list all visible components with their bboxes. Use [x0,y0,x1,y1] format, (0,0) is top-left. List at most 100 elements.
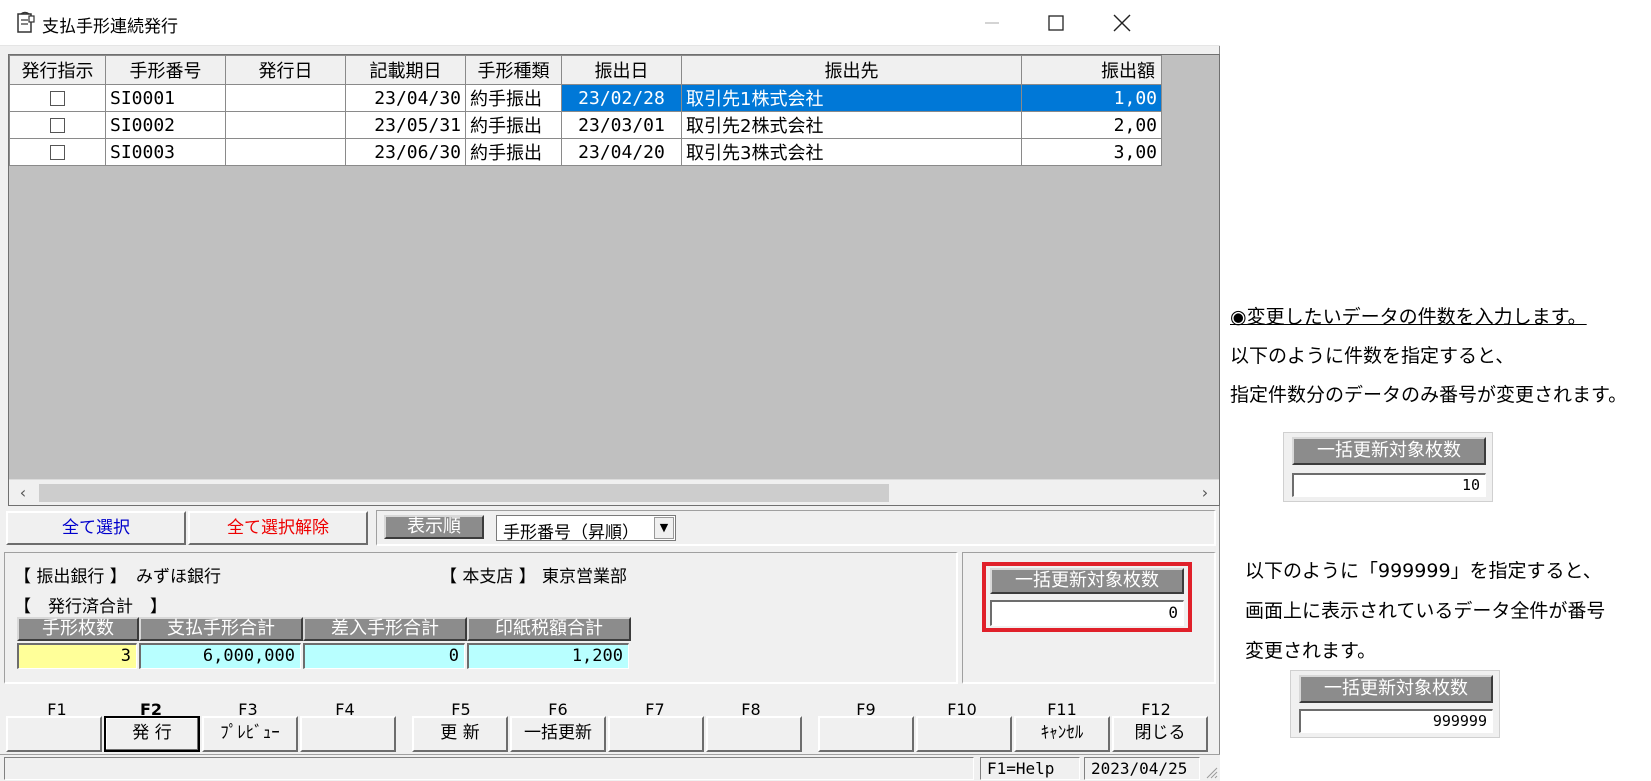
bill-table: 発行指示 手形番号 発行日 記載期日 手形種類 振出日 振出先 振出額 SI00… [9,55,1162,166]
issue-checkbox-cell[interactable] [9,84,106,112]
minimize-icon [985,22,999,24]
issue-checkbox[interactable] [50,118,65,133]
f4-button[interactable] [300,716,396,752]
header-bill-count: 手形枚数 [17,617,139,641]
scroll-left-icon[interactable]: ‹ [13,483,33,503]
app-icon [17,11,35,33]
bank-label: 【 振出銀行 】 [14,567,127,587]
cell-draw-date: 23/02/28 [561,84,682,112]
note-line-3: 指定件数分のデータのみ番号が変更されます。 [1230,384,1628,406]
issue-checkbox[interactable] [50,91,65,106]
table-row[interactable]: SI0001 23/04/30 約手振出 23/02/28 取引先1株式会社 1… [9,84,1162,112]
title-bar: 支払手形連続発行 [0,0,1220,46]
cell-amount: 3,00 [1021,138,1162,166]
cell-due-date: 23/05/31 [345,111,466,139]
scrollbar-thumb[interactable] [39,484,889,502]
issue-checkbox-cell[interactable] [9,138,106,166]
stamp-tax-total-value: 1,200 [467,643,629,669]
cell-bill-no: SI0001 [105,84,226,112]
bill-count-value: 3 [17,643,137,669]
cell-amount: 2,00 [1021,111,1162,139]
status-help: F1=Help [980,757,1080,780]
f9-button[interactable] [818,716,914,752]
issued-total-label: 【 発行済合計 】 [14,597,167,617]
cell-payee: 取引先3株式会社 [681,138,1022,166]
branch-label: 【 本支店 】 [440,567,536,587]
f7-button[interactable] [608,716,704,752]
col-header-amount[interactable]: 振出額 [1021,55,1162,85]
chevron-down-icon[interactable]: ▼ [654,517,674,539]
deselect-all-button[interactable]: 全て選択解除 [188,511,368,545]
f10-button[interactable] [916,716,1012,752]
close-icon [1113,14,1131,32]
note-line-2: 以下のように件数を指定すると、 [1230,345,1515,367]
sort-order-value: 手形番号（昇順） [503,523,639,543]
cell-due-date: 23/06/30 [345,138,466,166]
note-line-5: 画面上に表示されているデータ全件が番号 [1245,600,1606,622]
note-line-1: ◉変更したいデータの件数を入力します。 [1230,306,1587,328]
window-title: 支払手形連続発行 [42,17,178,37]
select-all-button[interactable]: 全て選択 [6,511,186,545]
cell-kind: 約手振出 [465,84,562,112]
cell-draw-date: 23/04/20 [561,138,682,166]
cell-amount: 1,00 [1021,84,1162,112]
col-header-issue-date[interactable]: 発行日 [225,55,346,85]
f3-preview-button[interactable]: ﾌﾟﾚﾋﾞｭｰ [202,716,298,752]
note-line-4: 以下のように「999999」を指定すると、 [1245,560,1602,582]
branch-value: 東京営業部 [542,567,627,587]
f5-update-button[interactable]: 更 新 [412,716,508,752]
col-header-bill-no[interactable]: 手形番号 [105,55,226,85]
resize-grip-icon[interactable] [1204,765,1218,779]
cell-issue-date[interactable] [225,84,346,112]
f11-cancel-button[interactable]: ｷｬﾝｾﾙ [1014,716,1110,752]
table-header: 発行指示 手形番号 発行日 記載期日 手形種類 振出日 振出先 振出額 [9,55,1162,85]
table-row[interactable]: SI0002 23/05/31 約手振出 23/03/01 取引先2株式会社 2… [9,111,1162,139]
status-message [4,757,974,780]
col-header-due-date[interactable]: 記載期日 [345,55,466,85]
scroll-right-icon[interactable]: › [1195,483,1215,503]
cell-bill-no: SI0003 [105,138,226,166]
status-date: 2023/04/25 [1084,757,1200,780]
cell-payee: 取引先1株式会社 [681,84,1022,112]
f1-button[interactable] [6,716,102,752]
close-button[interactable] [1090,0,1154,46]
f12-close-button[interactable]: 閉じる [1112,716,1208,752]
table-row[interactable]: SI0003 23/06/30 約手振出 23/04/20 取引先3株式会社 3… [9,138,1162,166]
cell-bill-no: SI0002 [105,111,226,139]
maximize-icon [1048,15,1064,31]
cell-draw-date: 23/03/01 [561,111,682,139]
payable-total-value: 6,000,000 [139,643,301,669]
sample-1-label: 一括更新対象枚数 [1292,437,1486,465]
cell-kind: 約手振出 [465,138,562,166]
deposit-total-value: 0 [303,643,465,669]
header-payable-total: 支払手形合計 [139,617,303,641]
sample-2-label: 一括更新対象枚数 [1299,675,1493,703]
col-header-kind[interactable]: 手形種類 [465,55,562,85]
issue-checkbox-cell[interactable] [9,111,106,139]
horizontal-scrollbar[interactable]: ‹ › [9,479,1219,505]
sample-bulk-999999: 一括更新対象枚数 999999 [1290,670,1500,738]
app-window: 支払手形連続発行 発行指示 手形番号 発行日 記載期日 手形種類 振出日 振出先… [0,0,1220,781]
f6-bulk-update-button[interactable]: 一括更新 [510,716,606,752]
sample-2-value: 999999 [1299,709,1493,733]
col-header-issue-flag[interactable]: 発行指示 [9,55,106,85]
minimize-button[interactable] [960,0,1024,46]
col-header-payee[interactable]: 振出先 [681,55,1022,85]
status-bar: F1=Help 2023/04/25 [0,754,1220,781]
sort-order-label: 表示順 [384,515,484,539]
bill-grid[interactable]: 発行指示 手形番号 発行日 記載期日 手形種類 振出日 振出先 振出額 SI00… [8,54,1220,506]
bulk-count-input[interactable]: 0 [990,600,1184,626]
sample-1-value: 10 [1292,473,1486,497]
f2-issue-button[interactable]: 発 行 [104,716,200,752]
cell-kind: 約手振出 [465,111,562,139]
f8-button[interactable] [706,716,802,752]
cell-issue-date[interactable] [225,138,346,166]
cell-issue-date[interactable] [225,111,346,139]
sample-bulk-10: 一括更新対象枚数 10 [1283,432,1493,502]
sort-order-select[interactable]: 手形番号（昇順） ▼ [496,515,676,543]
issue-checkbox[interactable] [50,145,65,160]
cell-payee: 取引先2株式会社 [681,111,1022,139]
cell-due-date: 23/04/30 [345,84,466,112]
maximize-button[interactable] [1024,0,1088,46]
col-header-draw-date[interactable]: 振出日 [561,55,682,85]
